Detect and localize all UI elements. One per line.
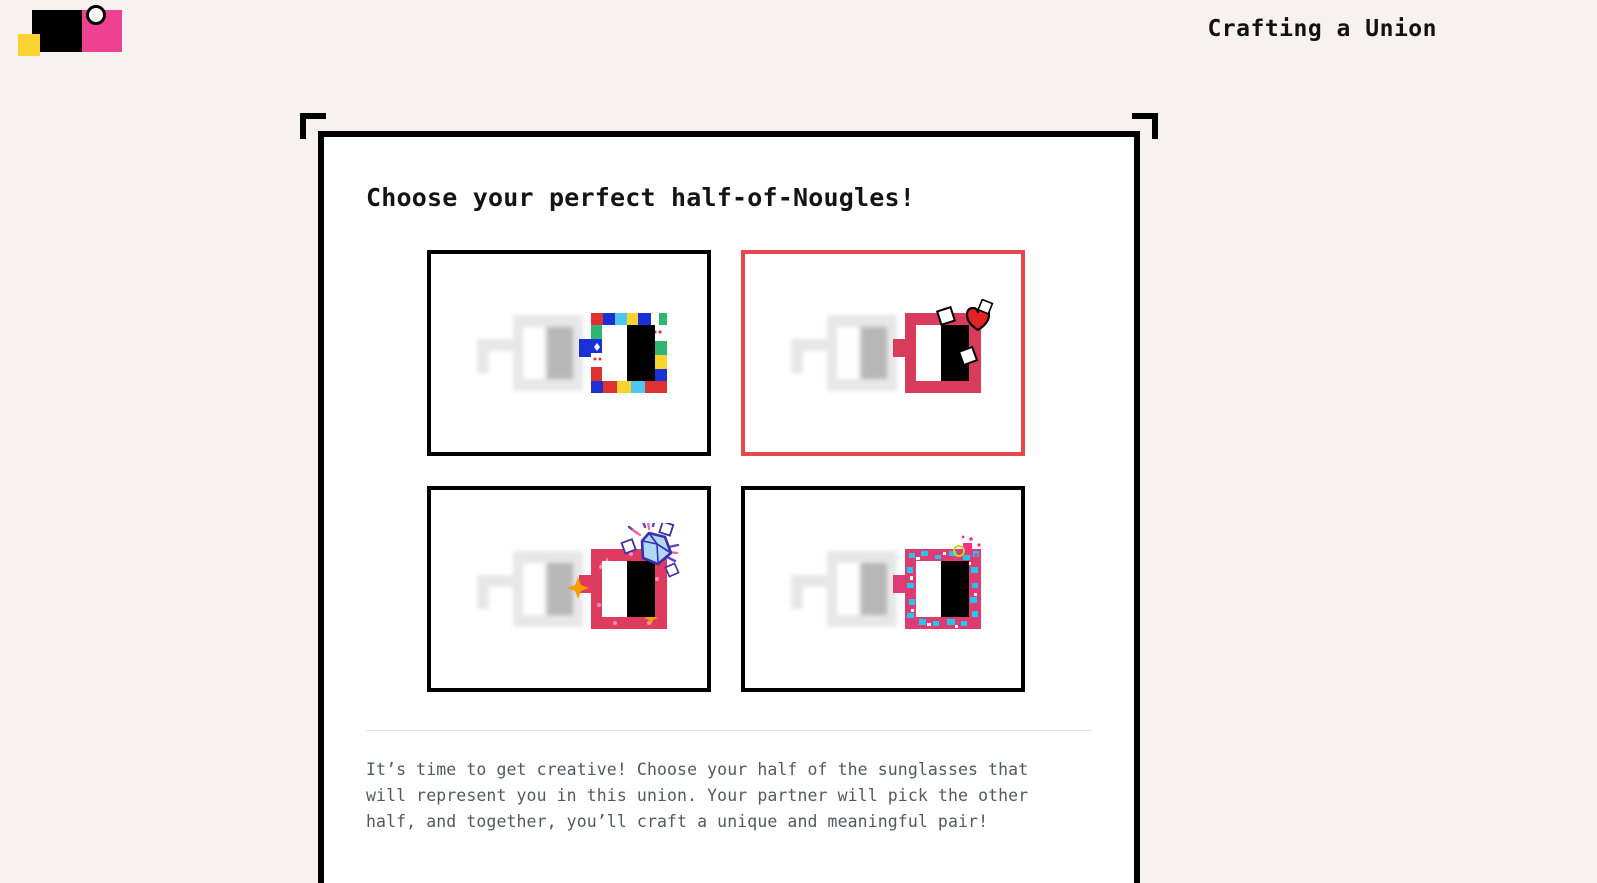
ghost-arm-tip xyxy=(791,575,803,609)
lens-dark xyxy=(941,325,969,381)
lens-light xyxy=(916,561,941,617)
selection-card: Choose your perfect half-of-Nougles! It’… xyxy=(318,131,1140,883)
section-divider xyxy=(366,730,1092,731)
ghost-lens-dark xyxy=(547,563,573,615)
ghost-arm-tip xyxy=(477,575,489,609)
crafting-a-union-logo[interactable] xyxy=(18,5,128,57)
partner-half-placeholder xyxy=(785,311,897,395)
lens-dark xyxy=(627,325,655,381)
sunglasses-preview xyxy=(785,299,994,395)
ghost-lens-dark xyxy=(861,563,887,615)
page-title: Choose your perfect half-of-Nougles! xyxy=(366,183,916,212)
option-card-pink-gem[interactable] xyxy=(427,486,711,692)
sunglasses-preview xyxy=(471,311,667,395)
ghost-lens-light xyxy=(837,327,859,379)
corner-bracket-top-left xyxy=(300,113,326,139)
app-header: Crafting a Union xyxy=(0,0,1597,62)
lens-light xyxy=(602,561,627,617)
corner-bracket-top-right xyxy=(1132,113,1158,139)
user-half-design xyxy=(893,535,981,629)
ghost-lens-light xyxy=(523,327,545,379)
user-half-design xyxy=(893,299,994,393)
option-grid xyxy=(360,250,1092,692)
user-half-design xyxy=(579,313,667,393)
lens-dark xyxy=(627,561,655,617)
sunglasses-preview xyxy=(785,535,981,631)
option-card-pink-heart[interactable] xyxy=(741,250,1025,456)
ghost-lens-dark xyxy=(547,327,573,379)
option-card-pixel-blue-arcade[interactable] xyxy=(427,250,711,456)
partner-half-placeholder xyxy=(785,547,897,631)
content-frame: Choose your perfect half-of-Nougles! It’… xyxy=(300,113,1158,883)
partner-half-placeholder xyxy=(471,547,583,631)
logo-circle-icon xyxy=(86,5,106,25)
user-half-design xyxy=(567,523,680,629)
ghost-arm-tip xyxy=(791,339,803,373)
ghost-arm-tip xyxy=(477,339,489,373)
instructions-text: It’s time to get creative! Choose your h… xyxy=(366,760,1029,832)
lens-dark xyxy=(941,561,969,617)
option-card-pink-cyan-speckle[interactable] xyxy=(741,486,1025,692)
ghost-lens-light xyxy=(523,563,545,615)
lens-light xyxy=(602,325,627,381)
ghost-lens-dark xyxy=(861,327,887,379)
app-title: Crafting a Union xyxy=(1207,16,1437,42)
sunglasses-preview xyxy=(471,523,680,631)
ghost-lens-light xyxy=(837,563,859,615)
partner-half-placeholder xyxy=(471,311,583,395)
logo-yellow-block xyxy=(18,34,40,56)
lens-light xyxy=(916,325,941,381)
